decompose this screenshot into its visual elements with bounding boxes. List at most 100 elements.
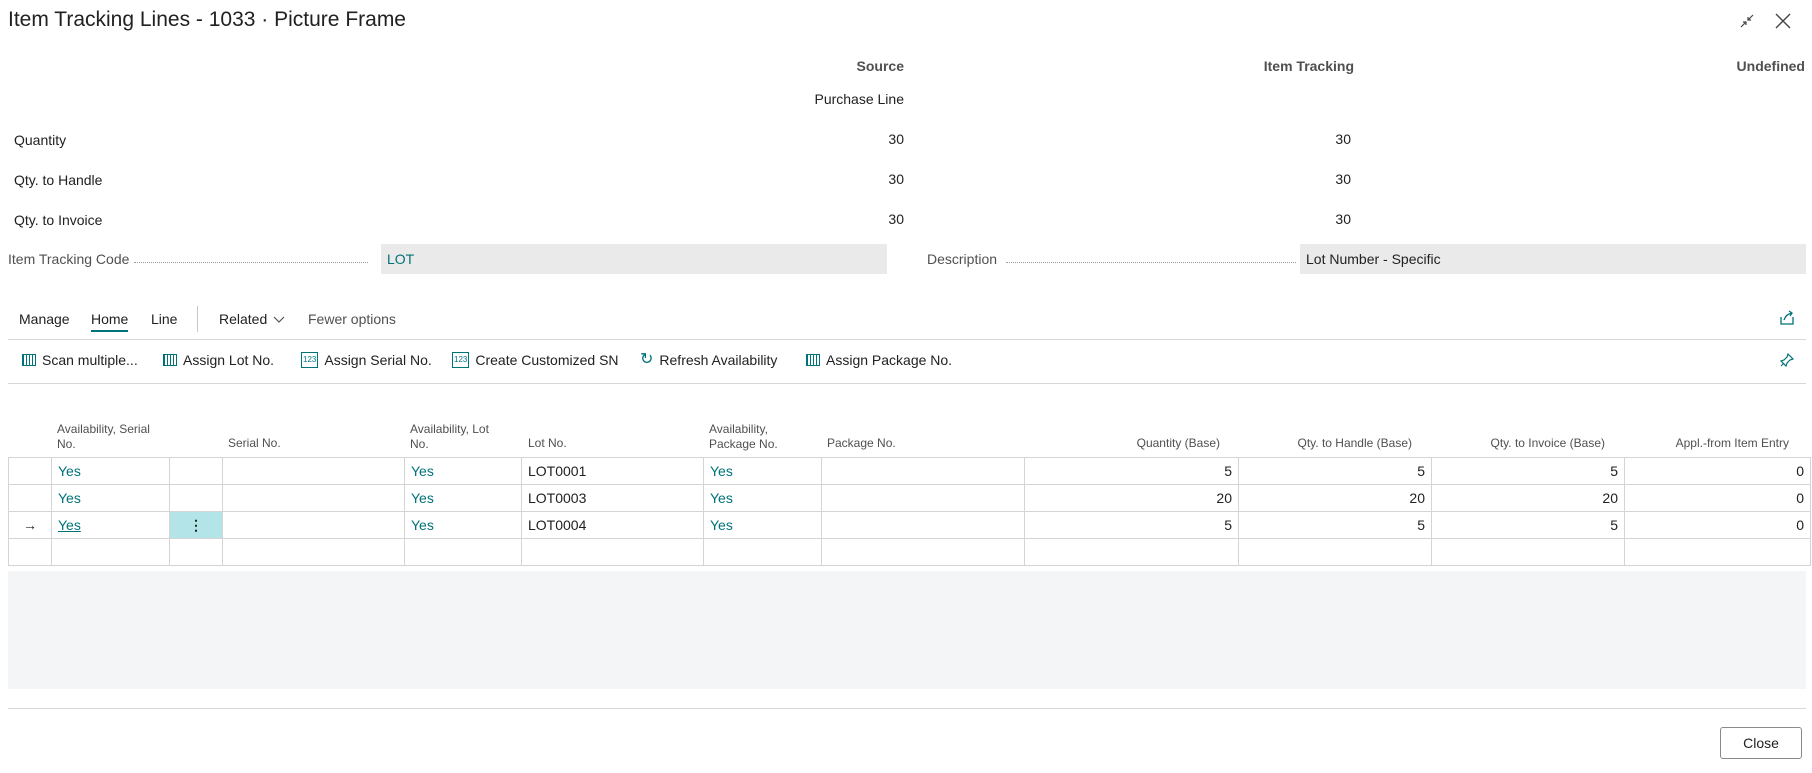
quantity-source: 30 [888, 131, 904, 147]
appl-from-item-entry-cell[interactable]: 0 [1624, 457, 1811, 485]
create-customized-sn-button[interactable]: 123 Create Customized SN [452, 352, 619, 368]
empty-cell[interactable] [404, 538, 522, 566]
menu-line[interactable]: Line [151, 311, 177, 327]
assign-package-no-button[interactable]: Assign Package No. [806, 352, 952, 368]
availability-serial-cell[interactable]: Yes [51, 484, 170, 512]
menu-manage[interactable]: Manage [19, 311, 70, 327]
serial-no-cell[interactable] [222, 457, 405, 485]
row-indicator [8, 484, 52, 512]
menu-home[interactable]: Home [91, 311, 129, 332]
lot-no-cell[interactable]: LOT0004 [521, 511, 704, 539]
field-leader-dots [134, 261, 368, 263]
appl-from-item-entry-cell[interactable]: 0 [1624, 484, 1811, 512]
availability-package-cell[interactable]: Yes [703, 511, 822, 539]
qty-to-handle-base-cell[interactable]: 20 [1238, 484, 1432, 512]
empty-cell[interactable] [703, 538, 822, 566]
availability-package-cell[interactable]: Yes [703, 457, 822, 485]
availability-serial-cell[interactable]: Yes [51, 511, 170, 539]
availability-serial-cell[interactable]: Yes [51, 457, 170, 485]
refresh-icon: ↻ [640, 351, 654, 368]
qty-to-invoice-base-cell[interactable]: 5 [1431, 511, 1625, 539]
table-row-selected[interactable]: → Yes ⋮ Yes LOT0004 Yes 5 5 5 0 [8, 511, 1811, 539]
package-no-cell[interactable] [821, 484, 1025, 512]
divider [8, 383, 1806, 384]
item-tracking-code-value[interactable]: LOT [381, 244, 887, 274]
assign-serial-no-button[interactable]: 123 Assign Serial No. [301, 352, 432, 368]
availability-package-cell[interactable]: Yes [703, 484, 822, 512]
description-value: Lot Number - Specific [1300, 244, 1806, 274]
col-header-availability-serial[interactable]: Availability, Serial No. [57, 422, 167, 452]
col-header-availability-package[interactable]: Availability, Package No. [709, 422, 791, 452]
col-header-qty-to-invoice-base[interactable]: Qty. to Invoice (Base) [1432, 436, 1606, 451]
qty-to-handle-base-cell[interactable]: 5 [1238, 511, 1432, 539]
tracking-lines-table: Yes Yes LOT0001 Yes 5 5 5 0 Yes Yes LOT0… [8, 457, 1811, 566]
empty-cell[interactable] [1431, 538, 1625, 566]
empty-cell[interactable] [521, 538, 704, 566]
close-icon[interactable] [1770, 8, 1796, 34]
assign-lot-label: Assign Lot No. [183, 352, 275, 368]
col-header-lot-no[interactable]: Lot No. [528, 436, 567, 451]
empty-cell[interactable] [1238, 538, 1432, 566]
appl-from-item-entry-cell[interactable]: 0 [1624, 511, 1811, 539]
qty-to-invoice-base-cell[interactable]: 20 [1431, 484, 1625, 512]
col-header-package-no[interactable]: Package No. [827, 436, 896, 451]
refresh-label: Refresh Availability [659, 352, 778, 368]
quantity-tracking: 30 [1335, 131, 1351, 147]
table-row-new[interactable] [8, 538, 1811, 566]
menu-related-label: Related [219, 311, 268, 327]
menu-related[interactable]: Related [219, 311, 285, 327]
divider [8, 339, 1806, 340]
pin-icon[interactable] [1779, 352, 1795, 373]
source-subtype: Purchase Line [814, 91, 904, 107]
row-indicator [8, 538, 52, 566]
item-tracking-column-header: Item Tracking [1263, 58, 1354, 74]
assign-lot-no-button[interactable]: Assign Lot No. [163, 352, 274, 368]
field-leader-dots [1006, 261, 1296, 263]
collapse-icon[interactable] [1734, 8, 1760, 34]
col-header-serial-no[interactable]: Serial No. [228, 436, 281, 451]
col-header-appl-from-item-entry[interactable]: Appl.-from Item Entry [1625, 436, 1789, 451]
availability-lot-cell[interactable]: Yes [404, 484, 522, 512]
quantity-label: Quantity [14, 132, 67, 148]
serial-number-icon: 123 [301, 352, 319, 368]
empty-cell[interactable] [821, 538, 1025, 566]
lot-no-cell[interactable]: LOT0001 [521, 457, 704, 485]
serial-no-cell[interactable] [222, 511, 405, 539]
empty-cell[interactable] [51, 538, 170, 566]
qty-to-invoice-tracking: 30 [1335, 211, 1351, 227]
col-header-availability-lot[interactable]: Availability, Lot No. [410, 422, 502, 452]
lot-grid-icon [163, 354, 177, 366]
col-header-quantity-base[interactable]: Quantity (Base) [1024, 436, 1220, 451]
qty-to-handle-base-cell[interactable]: 5 [1238, 457, 1432, 485]
serial-no-cell[interactable] [222, 484, 405, 512]
qty-to-handle-tracking: 30 [1335, 171, 1351, 187]
quantity-base-cell[interactable]: 5 [1024, 511, 1239, 539]
qty-to-handle-source: 30 [888, 171, 904, 187]
empty-cell[interactable] [1624, 538, 1811, 566]
custom-serial-icon: 123 [452, 352, 470, 368]
refresh-availability-button[interactable]: ↻ Refresh Availability [640, 351, 778, 369]
scan-multiple-label: Scan multiple... [42, 352, 138, 368]
package-grid-icon [806, 354, 820, 366]
availability-lot-cell[interactable]: Yes [404, 457, 522, 485]
close-button[interactable]: Close [1720, 727, 1802, 759]
quantity-base-cell[interactable]: 20 [1024, 484, 1239, 512]
menu-fewer-options[interactable]: Fewer options [308, 311, 396, 327]
lot-no-cell[interactable]: LOT0003 [521, 484, 704, 512]
col-header-qty-to-handle-base[interactable]: Qty. to Handle (Base) [1240, 436, 1413, 451]
menu-separator [197, 306, 198, 332]
qty-to-invoice-base-cell[interactable]: 5 [1431, 457, 1625, 485]
package-no-cell[interactable] [821, 457, 1025, 485]
row-actions-menu-icon[interactable]: ⋮ [169, 511, 223, 539]
package-no-cell[interactable] [821, 511, 1025, 539]
empty-cell[interactable] [222, 538, 405, 566]
availability-lot-cell[interactable]: Yes [404, 511, 522, 539]
table-row[interactable]: Yes Yes LOT0001 Yes 5 5 5 0 [8, 457, 1811, 485]
scan-multiple-button[interactable]: Scan multiple... [22, 352, 138, 368]
footer-divider [8, 708, 1806, 709]
table-row[interactable]: Yes Yes LOT0003 Yes 20 20 20 0 [8, 484, 1811, 512]
share-icon[interactable] [1778, 309, 1796, 332]
quantity-base-cell[interactable]: 5 [1024, 457, 1239, 485]
row-menu-cell [169, 484, 223, 512]
empty-cell[interactable] [1024, 538, 1239, 566]
